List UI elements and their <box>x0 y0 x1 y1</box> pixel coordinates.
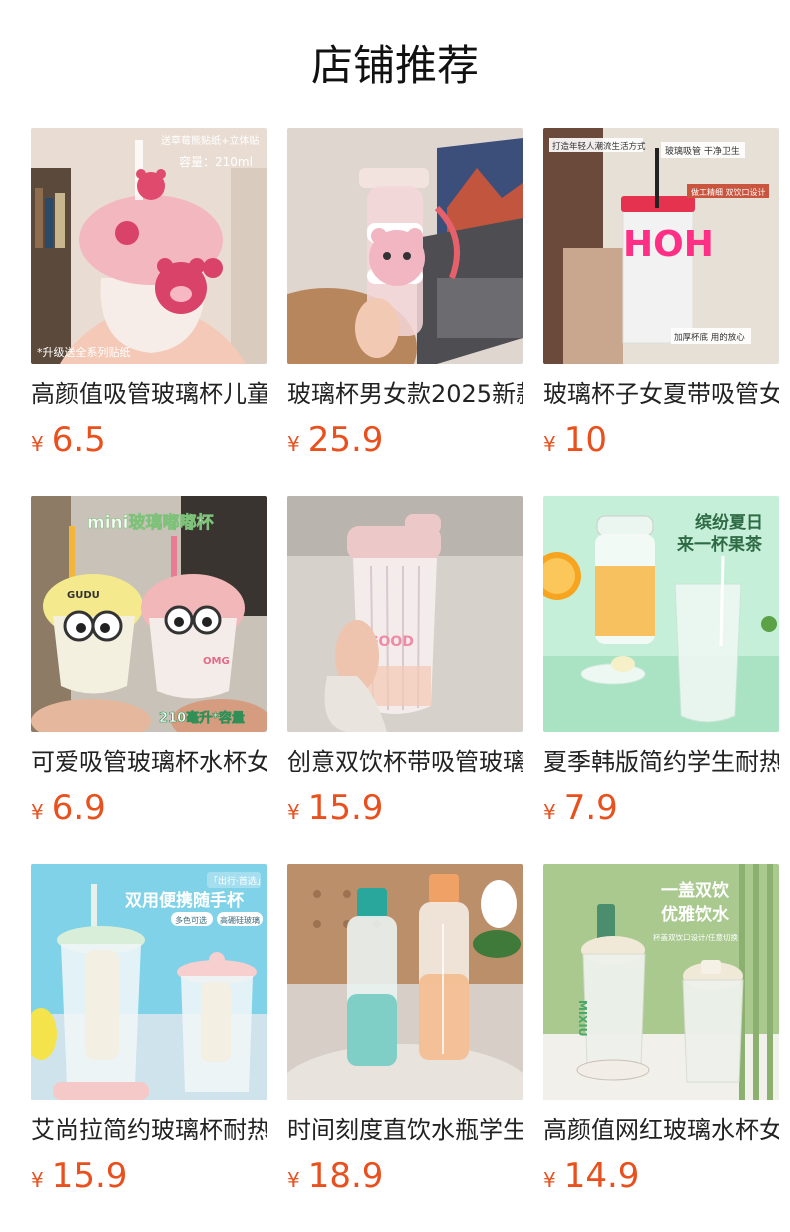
price-value: 7.9 <box>563 788 618 828</box>
price-value: 6.5 <box>51 420 106 460</box>
product-card[interactable]: mini玻璃嘟嘟杯 GUDU OMG 210毫升*容量 可爱吸管玻璃杯水杯女 ¥… <box>31 496 267 828</box>
price-value: 15.9 <box>51 1156 128 1196</box>
product-name[interactable]: 可爱吸管玻璃杯水杯女 <box>31 746 267 778</box>
currency-symbol: ¥ <box>543 800 556 824</box>
product-price: ¥ 6.5 <box>31 420 267 460</box>
price-value: 25.9 <box>307 420 384 460</box>
product-name[interactable]: 高颜值吸管玻璃杯儿童 <box>31 378 267 410</box>
currency-symbol: ¥ <box>31 432 44 456</box>
product-name[interactable]: 高颜值网红玻璃水杯女 <box>543 1114 779 1146</box>
product-card[interactable]: 时间刻度直饮水瓶学生 ¥ 18.9 <box>287 864 523 1196</box>
product-card[interactable]: 送草莓熊贴纸+立体贴 容量：210ml *升级送全系列贴纸 高颜值吸管玻璃杯儿童… <box>31 128 267 460</box>
product-name[interactable]: 玻璃杯男女款2025新款 <box>287 378 523 410</box>
currency-symbol: ¥ <box>543 1168 556 1192</box>
product-image[interactable]: GOOD <box>287 496 523 732</box>
product-card[interactable]: 玻璃杯男女款2025新款 ¥ 25.9 <box>287 128 523 460</box>
svg-text:来一杯果茶: 来一杯果茶 <box>676 534 763 555</box>
svg-text:送草莓熊贴纸+立体贴: 送草莓熊贴纸+立体贴 <box>161 134 259 147</box>
product-image[interactable]: 缤纷夏日 来一杯果茶 <box>543 496 779 732</box>
currency-symbol: ¥ <box>287 800 300 824</box>
product-image[interactable]: 打造年轻人潮流生活方式 玻璃吸管 干净卫生 做工精细 双饮口设计 HOH 加厚杯… <box>543 128 779 364</box>
page-title: 店铺推荐 <box>310 41 479 90</box>
price-value: 14.9 <box>563 1156 640 1196</box>
product-name[interactable]: 夏季韩版简约学生耐热 <box>543 746 779 778</box>
currency-symbol: ¥ <box>287 432 300 456</box>
product-image[interactable]: 「出行·首选」 双用便携随手杯 多色可选 高硼硅玻璃 <box>31 864 267 1100</box>
price-value: 6.9 <box>51 788 106 828</box>
svg-text:HOH: HOH <box>623 224 714 265</box>
svg-text:加厚杯底 用的放心: 加厚杯底 用的放心 <box>674 332 745 343</box>
product-card[interactable]: 打造年轻人潮流生活方式 玻璃吸管 干净卫生 做工精细 双饮口设计 HOH 加厚杯… <box>543 128 779 460</box>
product-image[interactable]: 一盖双饮 优雅饮水 杯盖双饮口设计/任意切换 MIXIU <box>543 864 779 1100</box>
product-price: ¥ 25.9 <box>287 420 523 460</box>
product-price: ¥ 18.9 <box>287 1156 523 1196</box>
svg-text:双用便携随手杯: 双用便携随手杯 <box>125 890 244 911</box>
svg-text:GUDU: GUDU <box>67 590 100 601</box>
price-value: 15.9 <box>307 788 384 828</box>
product-price: ¥ 10 <box>543 420 779 460</box>
price-value: 18.9 <box>307 1156 384 1196</box>
currency-symbol: ¥ <box>543 432 556 456</box>
svg-text:*升级送全系列贴纸: *升级送全系列贴纸 <box>37 345 131 359</box>
product-price: ¥ 6.9 <box>31 788 267 828</box>
price-value: 10 <box>563 420 607 460</box>
svg-text:容量：210ml: 容量：210ml <box>179 154 253 169</box>
currency-symbol: ¥ <box>31 1168 44 1192</box>
svg-text:一盖双饮: 一盖双饮 <box>661 880 730 901</box>
product-price: ¥ 15.9 <box>287 788 523 828</box>
product-name[interactable]: 时间刻度直饮水瓶学生 <box>287 1114 523 1146</box>
product-image[interactable]: 送草莓熊贴纸+立体贴 容量：210ml *升级送全系列贴纸 <box>31 128 267 364</box>
svg-text:多色可选: 多色可选 <box>175 915 207 925</box>
svg-text:mini玻璃嘟嘟杯: mini玻璃嘟嘟杯 <box>87 512 213 533</box>
svg-text:210毫升*容量: 210毫升*容量 <box>159 710 245 726</box>
product-card[interactable]: GOOD 创意双饮杯带吸管玻璃 ¥ 15.9 <box>287 496 523 828</box>
product-name[interactable]: 玻璃杯子女夏带吸管女 <box>543 378 779 410</box>
product-price: ¥ 7.9 <box>543 788 779 828</box>
svg-text:高硼硅玻璃: 高硼硅玻璃 <box>220 915 260 925</box>
product-image[interactable] <box>287 128 523 364</box>
product-card[interactable]: 一盖双饮 优雅饮水 杯盖双饮口设计/任意切换 MIXIU 高颜值网红玻璃水杯女 … <box>543 864 779 1196</box>
currency-symbol: ¥ <box>287 1168 300 1192</box>
product-card[interactable]: 缤纷夏日 来一杯果茶 夏季韩版简约学生耐热 ¥ 7.9 <box>543 496 779 828</box>
svg-text:玻璃吸管 干净卫生: 玻璃吸管 干净卫生 <box>665 145 740 157</box>
svg-text:优雅饮水: 优雅饮水 <box>661 904 730 925</box>
svg-text:做工精细 双饮口设计: 做工精细 双饮口设计 <box>691 187 766 197</box>
svg-text:杯盖双饮口设计/任意切换: 杯盖双饮口设计/任意切换 <box>653 932 739 942</box>
svg-text:「出行·首选」: 「出行·首选」 <box>209 875 266 887</box>
product-price: ¥ 15.9 <box>31 1156 267 1196</box>
product-name[interactable]: 创意双饮杯带吸管玻璃 <box>287 746 523 778</box>
currency-symbol: ¥ <box>31 800 44 824</box>
product-image[interactable]: mini玻璃嘟嘟杯 GUDU OMG 210毫升*容量 <box>31 496 267 732</box>
product-name[interactable]: 艾尚拉简约玻璃杯耐热 <box>31 1114 267 1146</box>
svg-text:打造年轻人潮流生活方式: 打造年轻人潮流生活方式 <box>552 141 646 152</box>
product-price: ¥ 14.9 <box>543 1156 779 1196</box>
product-card[interactable]: 「出行·首选」 双用便携随手杯 多色可选 高硼硅玻璃 艾尚拉简约玻璃杯耐热 ¥ <box>31 864 267 1196</box>
svg-text:OMG: OMG <box>203 656 230 667</box>
product-image[interactable] <box>287 864 523 1100</box>
svg-text:缤纷夏日: 缤纷夏日 <box>695 512 763 533</box>
svg-text:MIXIU: MIXIU <box>576 1000 589 1037</box>
